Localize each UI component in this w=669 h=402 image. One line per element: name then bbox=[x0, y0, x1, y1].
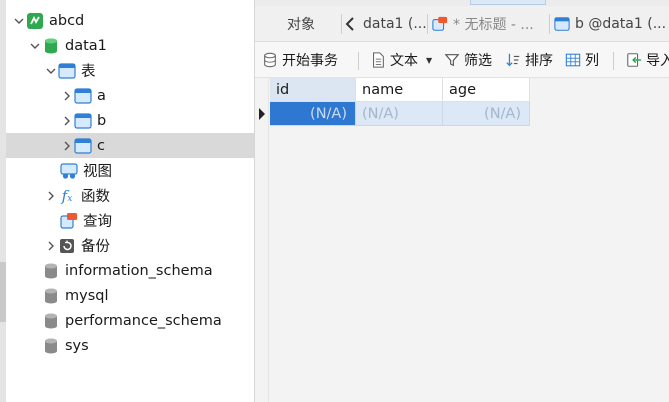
begin-transaction-button[interactable]: 开始事务 bbox=[261, 42, 338, 78]
table-label-b: b bbox=[97, 112, 107, 129]
tree-item-tables-folder[interactable]: 表 bbox=[6, 58, 254, 83]
cell-age[interactable]: (N/A) bbox=[443, 102, 530, 126]
tree-item-backups[interactable]: 备份 bbox=[6, 233, 254, 258]
database-gray-icon bbox=[42, 262, 60, 280]
tab-untitled-label: * 无标题 - ... bbox=[453, 17, 534, 33]
tree-item-database-information-schema[interactable]: information_schema bbox=[6, 258, 254, 283]
database-gray-icon bbox=[42, 312, 60, 330]
navigation-tree[interactable]: abcd data1 表 a b c 视图 f x 函数 查询 备份 infor… bbox=[6, 0, 254, 402]
chevron-right-icon[interactable] bbox=[44, 239, 58, 253]
tab-bar: 对象 data1 (... * 无标题 - ... b @data1 (... bbox=[255, 6, 669, 42]
filter-button[interactable]: 筛选 bbox=[443, 42, 492, 78]
table-icon bbox=[74, 137, 92, 155]
caret-down-icon: ▼ bbox=[426, 55, 433, 65]
tab-divider bbox=[549, 14, 550, 34]
cell-id[interactable]: (N/A) bbox=[270, 102, 356, 126]
tree-item-connection[interactable]: abcd bbox=[6, 8, 254, 33]
column-header-age[interactable]: age bbox=[443, 78, 530, 102]
chevron-right-icon[interactable] bbox=[60, 89, 74, 103]
chevron-down-icon[interactable] bbox=[28, 39, 42, 53]
functions-label: 函数 bbox=[81, 189, 110, 205]
begin-transaction-label: 开始事务 bbox=[282, 53, 338, 69]
tree-item-database-performance-schema[interactable]: performance_schema bbox=[6, 308, 254, 333]
tree-item-database-data1[interactable]: data1 bbox=[6, 33, 254, 58]
table-folder-icon bbox=[58, 62, 76, 80]
columns-button[interactable]: 列 bbox=[564, 42, 599, 78]
chevron-right-icon[interactable] bbox=[60, 139, 74, 153]
tab-data1[interactable]: data1 (... bbox=[359, 6, 427, 42]
filter-label: 筛选 bbox=[464, 53, 492, 69]
tab-untitled-query[interactable]: * 无标题 - ... bbox=[431, 6, 549, 42]
function-icon: fx bbox=[61, 186, 73, 205]
tree-item-table-c[interactable]: c bbox=[6, 133, 254, 158]
chevron-down-icon[interactable] bbox=[44, 64, 58, 78]
table-label-c: c bbox=[97, 137, 105, 154]
column-header-id[interactable]: id bbox=[270, 78, 356, 102]
tab-objects[interactable]: 对象 bbox=[283, 6, 315, 42]
tab-data1-label: data1 (... bbox=[363, 16, 427, 32]
import-label: 导入 bbox=[646, 53, 669, 69]
sort-label: 排序 bbox=[525, 53, 553, 69]
import-button[interactable]: 导入 bbox=[625, 42, 669, 78]
database-gray-icon bbox=[42, 337, 60, 355]
database-gray-icon bbox=[42, 287, 60, 305]
columns-label: 列 bbox=[585, 53, 599, 69]
document-icon bbox=[369, 51, 387, 69]
tab-scroll-left-button[interactable] bbox=[345, 6, 355, 42]
queries-label: 查询 bbox=[83, 214, 112, 230]
tree-item-database-sys[interactable]: sys bbox=[6, 333, 254, 358]
text-label: 文本 bbox=[390, 53, 418, 69]
table-icon bbox=[553, 15, 571, 33]
mysql-connection-icon bbox=[26, 12, 44, 30]
top-active-button[interactable] bbox=[470, 0, 546, 5]
sort-icon bbox=[504, 51, 522, 69]
database-label-sys: sys bbox=[65, 337, 89, 354]
sort-button[interactable]: 排序 bbox=[504, 42, 553, 78]
tree-item-table-b[interactable]: b bbox=[6, 108, 254, 133]
chevron-right-icon[interactable] bbox=[60, 114, 74, 128]
view-icon bbox=[60, 162, 78, 180]
table-label-a: a bbox=[97, 87, 106, 104]
columns-grid-icon bbox=[564, 51, 582, 69]
column-header-name[interactable]: name bbox=[356, 78, 443, 102]
connection-label: abcd bbox=[49, 12, 85, 29]
tables-folder-label: 表 bbox=[81, 64, 96, 80]
table-icon bbox=[74, 87, 92, 105]
chevron-right-icon[interactable] bbox=[44, 189, 58, 203]
database-label-performance-schema: performance_schema bbox=[65, 312, 222, 329]
tab-table-b-label: b @data1 (... bbox=[575, 16, 667, 32]
row-gutter bbox=[255, 78, 269, 402]
toolbar-divider bbox=[613, 52, 614, 70]
database-transaction-icon bbox=[261, 51, 279, 69]
query-icon bbox=[431, 15, 449, 33]
tree-item-views[interactable]: 视图 bbox=[6, 158, 254, 183]
backups-label: 备份 bbox=[81, 239, 110, 255]
filter-icon bbox=[443, 51, 461, 69]
query-icon bbox=[60, 212, 78, 230]
table-icon bbox=[74, 112, 92, 130]
tree-item-database-mysql[interactable]: mysql bbox=[6, 283, 254, 308]
database-icon bbox=[42, 37, 60, 55]
tree-item-table-a[interactable]: a bbox=[6, 83, 254, 108]
current-row-marker-icon bbox=[259, 108, 265, 120]
tab-objects-label: 对象 bbox=[287, 17, 315, 33]
tab-divider bbox=[341, 14, 342, 34]
views-label: 视图 bbox=[83, 164, 112, 180]
tree-item-functions[interactable]: fx 函数 bbox=[6, 183, 254, 208]
tree-item-queries[interactable]: 查询 bbox=[6, 208, 254, 233]
tab-table-b[interactable]: b @data1 (... bbox=[553, 6, 669, 42]
table-toolbar: 开始事务 文本 ▼ 筛选 排序 列 导入 bbox=[255, 42, 669, 78]
data-grid[interactable]: id name age (N/A) (N/A) (N/A) bbox=[255, 78, 669, 402]
text-dropdown-button[interactable]: 文本 ▼ bbox=[369, 42, 432, 78]
import-icon bbox=[625, 51, 643, 69]
tab-divider bbox=[427, 14, 428, 34]
database-label-mysql: mysql bbox=[65, 287, 109, 304]
database-label-information-schema: information_schema bbox=[65, 262, 213, 279]
backup-icon bbox=[58, 237, 76, 255]
chevron-left-icon bbox=[345, 17, 354, 31]
database-label: data1 bbox=[65, 37, 107, 54]
chevron-down-icon[interactable] bbox=[12, 14, 26, 28]
cell-name[interactable]: (N/A) bbox=[356, 102, 443, 126]
toolbar-divider bbox=[358, 52, 359, 70]
